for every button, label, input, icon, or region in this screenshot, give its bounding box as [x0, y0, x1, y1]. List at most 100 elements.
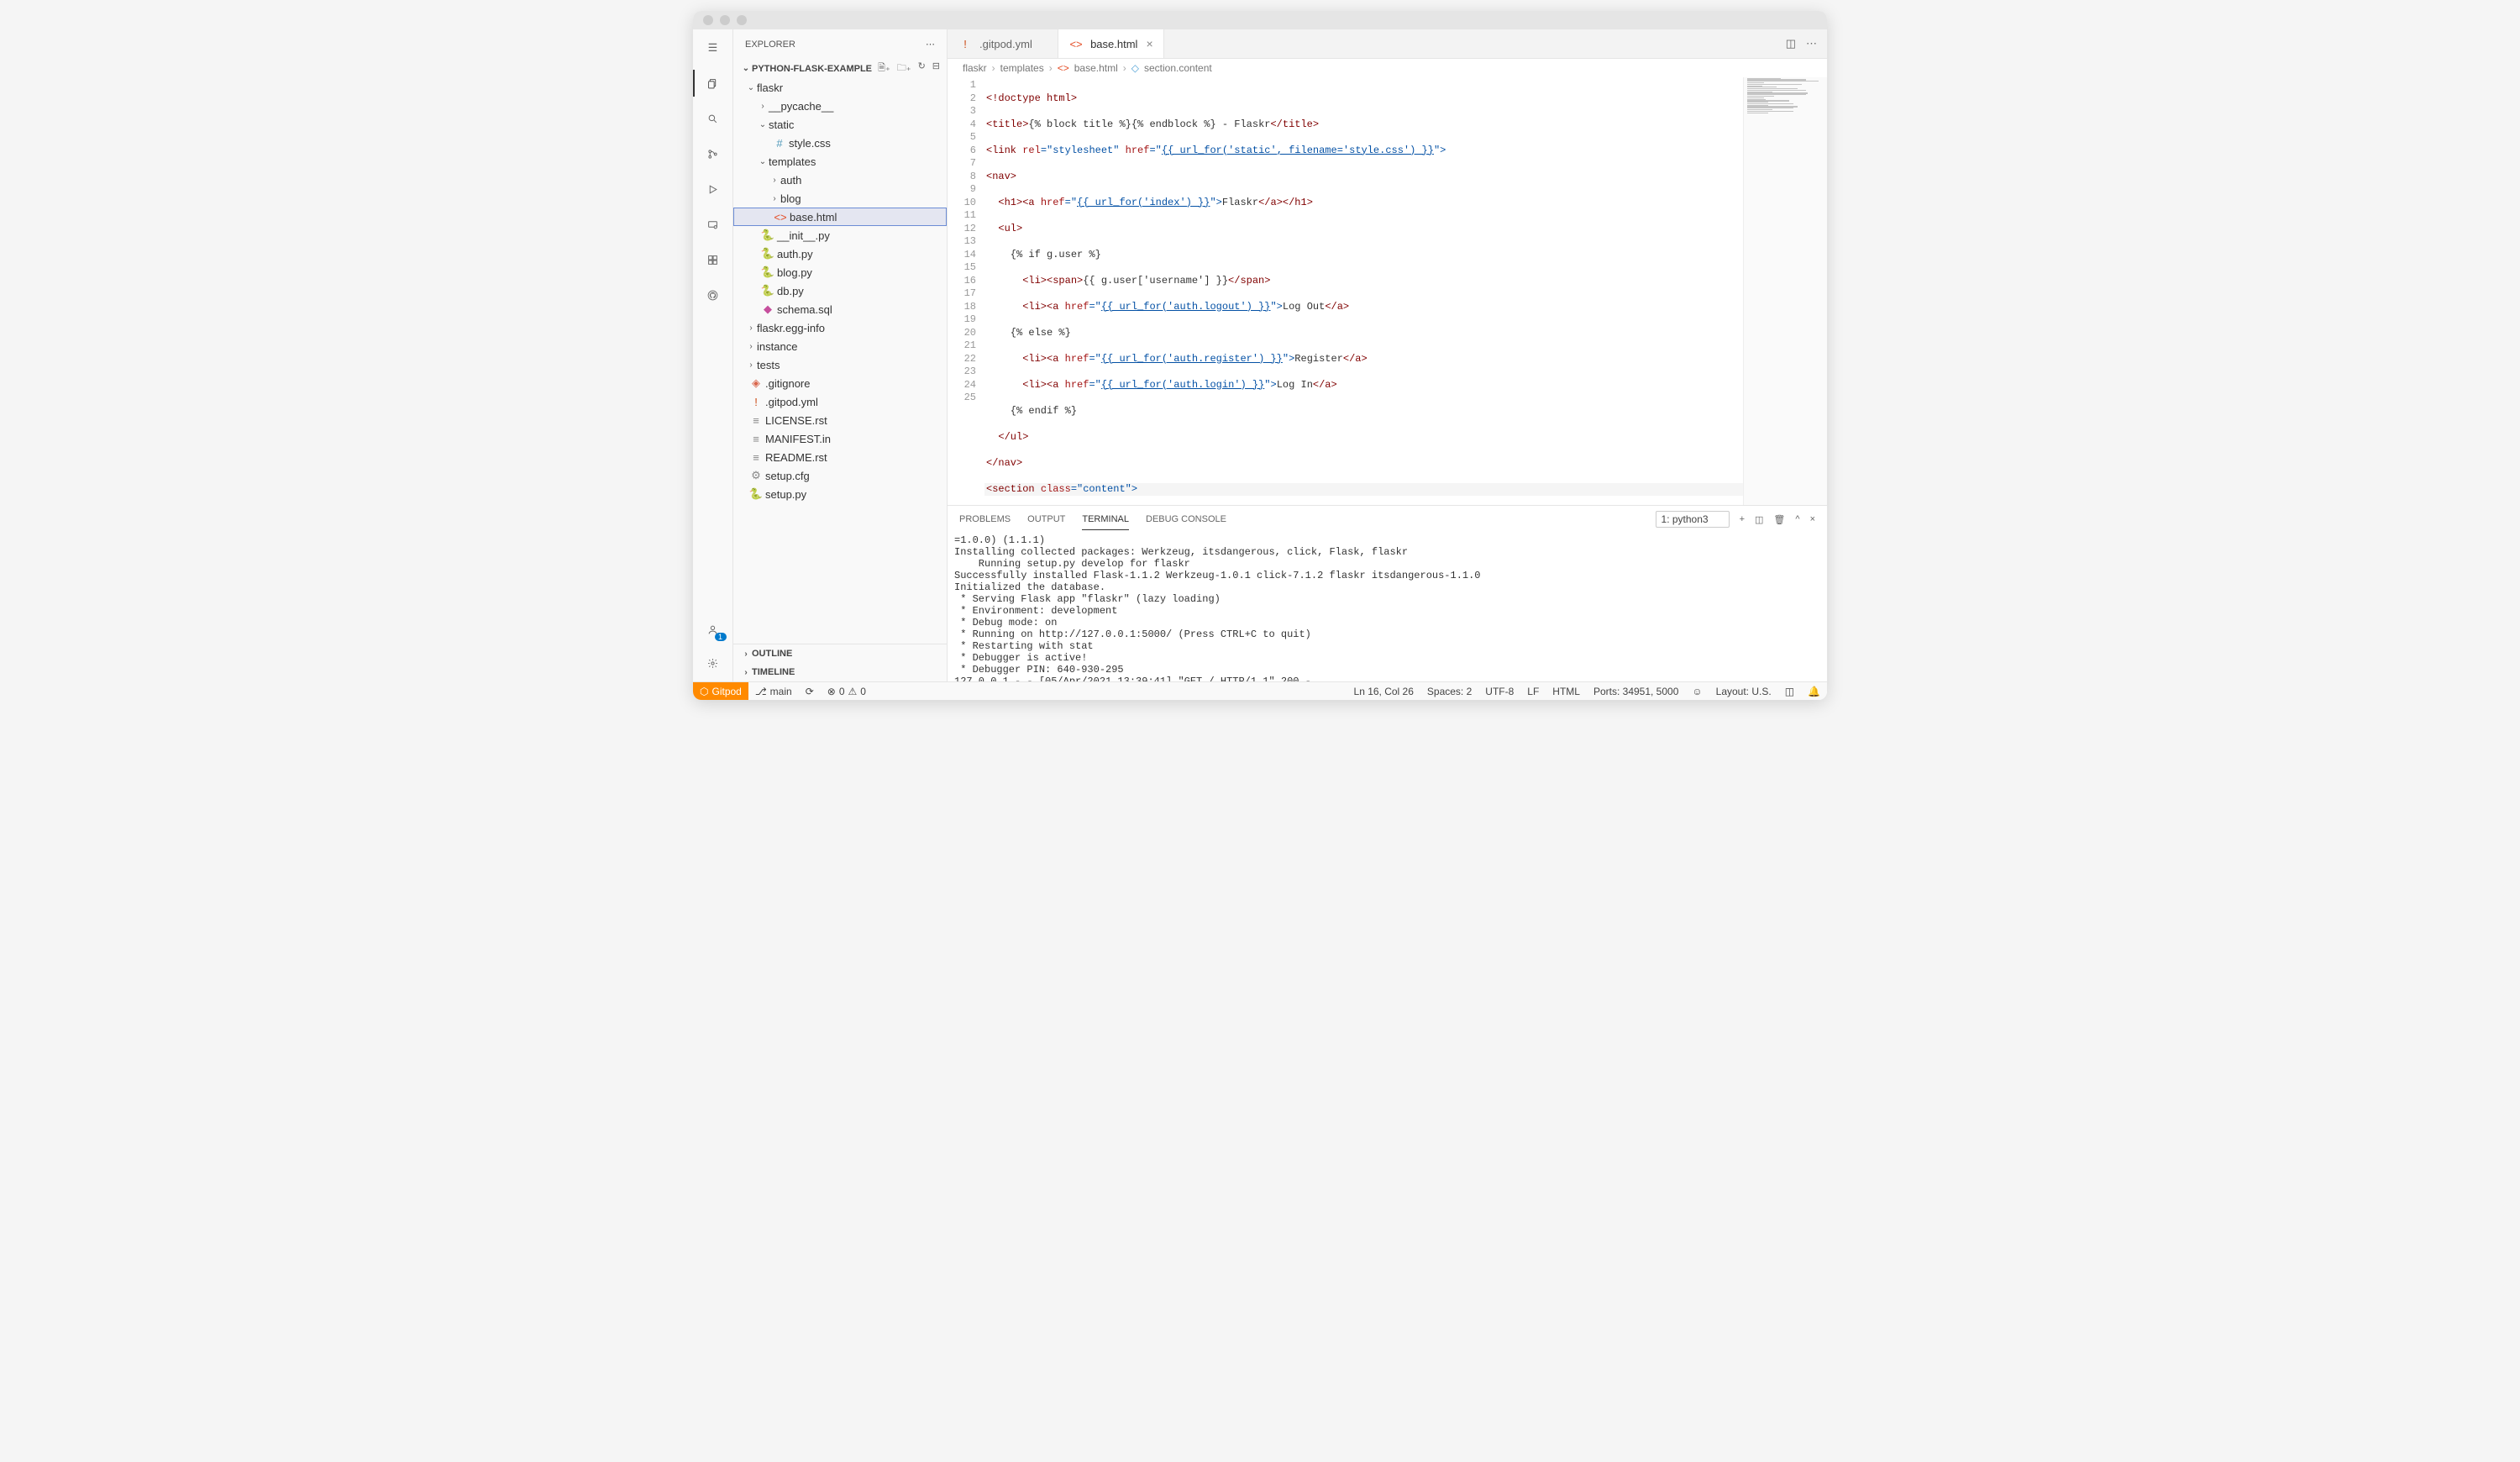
tree-folder-egginfo[interactable]: ›flaskr.egg-info [733, 318, 947, 337]
symbol-icon: ◇ [1131, 62, 1139, 74]
status-gitpod[interactable]: ⬡Gitpod [693, 682, 748, 700]
source-control-icon[interactable] [703, 144, 723, 164]
status-bell-icon[interactable]: 🔔 [1801, 686, 1827, 697]
search-icon[interactable] [703, 108, 723, 129]
minimap[interactable] [1743, 77, 1827, 505]
file-tree: ⌄flaskr ›__pycache__ ⌄static #style.css … [733, 78, 947, 644]
terminal-select[interactable]: 1: python3 [1656, 511, 1730, 528]
outline-section[interactable]: ›OUTLINE [733, 644, 947, 663]
branch-icon: ⎇ [755, 686, 767, 697]
breadcrumb[interactable]: flaskr› templates› <>base.html› ◇section… [948, 59, 1827, 77]
error-icon: ⊗ [827, 686, 836, 697]
warning-icon: ⚠ [848, 686, 858, 697]
close-panel-icon[interactable]: × [1810, 514, 1815, 524]
terminal-output[interactable]: =1.0.0) (1.1.1) Installing collected pac… [948, 533, 1827, 681]
close-window-icon[interactable] [703, 15, 713, 25]
html-icon: <> [1068, 38, 1084, 50]
line-gutter: 1234567891011121314151617181920212223242… [948, 77, 984, 505]
status-layout[interactable]: Layout: U.S. [1709, 686, 1778, 697]
code-content[interactable]: <!doctype html> <title>{% block title %}… [984, 77, 1743, 505]
project-name: PYTHON-FLASK-EXAMPLE [752, 64, 872, 74]
tree-file-basehtml[interactable]: <>base.html [733, 208, 947, 226]
status-problems[interactable]: ⊗0 ⚠0 [821, 686, 873, 697]
tree-file-license[interactable]: ≡LICENSE.rst [733, 411, 947, 429]
gitpod-icon: ⬡ [700, 686, 708, 697]
accounts-badge: 1 [715, 633, 727, 641]
remote-icon[interactable] [703, 214, 723, 234]
tree-folder-auth[interactable]: ›auth [733, 171, 947, 189]
panel-tab-problems[interactable]: PROBLEMS [959, 509, 1011, 529]
yml-icon: ! [958, 38, 973, 50]
refresh-icon[interactable]: ↻ [918, 60, 926, 76]
tree-folder-pycache[interactable]: ›__pycache__ [733, 97, 947, 115]
status-encoding[interactable]: UTF-8 [1478, 686, 1520, 697]
html-icon: <> [1058, 62, 1069, 74]
new-terminal-icon[interactable]: + [1740, 514, 1745, 524]
tabs-row: !.gitpod.yml× <>base.html× ◫ ⋯ [948, 29, 1827, 59]
tree-file-blogpy[interactable]: 🐍blog.py [733, 263, 947, 281]
panel-tab-terminal[interactable]: TERMINAL [1082, 509, 1129, 530]
explorer-icon[interactable] [703, 73, 723, 93]
tree-file-manifest[interactable]: ≡MANIFEST.in [733, 429, 947, 448]
new-folder-icon[interactable]: 🗀₊ [897, 60, 911, 76]
new-file-icon[interactable]: 🗎₊ [878, 60, 890, 76]
tree-folder-templates[interactable]: ⌄templates [733, 152, 947, 171]
accounts-icon[interactable]: 1 [703, 619, 723, 639]
status-sync[interactable]: ⟳ [799, 686, 821, 697]
tree-file-setupcfg[interactable]: ⚙setup.cfg [733, 466, 947, 485]
tree-file-init[interactable]: 🐍__init__.py [733, 226, 947, 245]
minimize-window-icon[interactable] [720, 15, 730, 25]
maximize-panel-icon[interactable]: ^ [1795, 514, 1799, 524]
status-eol[interactable]: LF [1520, 686, 1546, 697]
menu-icon[interactable]: ☰ [703, 38, 723, 58]
activity-bar: ☰ 1 [693, 29, 733, 681]
editor-body[interactable]: 1234567891011121314151617181920212223242… [948, 77, 1827, 505]
tree-file-gitignore[interactable]: ◈.gitignore [733, 374, 947, 392]
collapse-icon[interactable]: ⊟ [932, 60, 940, 76]
maximize-window-icon[interactable] [737, 15, 747, 25]
tree-file-schema[interactable]: ◆schema.sql [733, 300, 947, 318]
split-editor-icon[interactable]: ◫ [1786, 37, 1796, 50]
panel-tab-output[interactable]: OUTPUT [1027, 509, 1065, 529]
close-tab-icon[interactable]: × [1146, 37, 1152, 50]
app-window: ☰ 1 EXPLORER ⋯ ⌄ PYTHON-FLASK-EXAMPLE [693, 11, 1827, 700]
extensions-icon[interactable] [703, 250, 723, 270]
tree-folder-tests[interactable]: ›tests [733, 355, 947, 374]
sync-icon: ⟳ [806, 686, 814, 697]
sidebar-title: EXPLORER [745, 39, 795, 50]
status-language[interactable]: HTML [1546, 686, 1587, 697]
tree-folder-instance[interactable]: ›instance [733, 337, 947, 355]
tree-file-dbpy[interactable]: 🐍db.py [733, 281, 947, 300]
status-layout-icon[interactable]: ◫ [1778, 686, 1801, 697]
tree-file-stylecss[interactable]: #style.css [733, 134, 947, 152]
tab-gitpodyml[interactable]: !.gitpod.yml× [948, 29, 1058, 58]
run-debug-icon[interactable] [703, 179, 723, 199]
editor-region: !.gitpod.yml× <>base.html× ◫ ⋯ flaskr› t… [948, 29, 1827, 681]
tree-folder-static[interactable]: ⌄static [733, 115, 947, 134]
github-icon[interactable] [703, 285, 723, 305]
status-cursor-pos[interactable]: Ln 16, Col 26 [1347, 686, 1420, 697]
kill-terminal-icon[interactable]: 🗑 [1773, 514, 1785, 525]
status-ports[interactable]: Ports: 34951, 5000 [1587, 686, 1685, 697]
timeline-section[interactable]: ›TIMELINE [733, 663, 947, 681]
explorer-sidebar: EXPLORER ⋯ ⌄ PYTHON-FLASK-EXAMPLE 🗎₊ 🗀₊ … [733, 29, 948, 681]
tree-file-gitpodyml[interactable]: !.gitpod.yml [733, 392, 947, 411]
tree-file-authpy[interactable]: 🐍auth.py [733, 245, 947, 263]
panel-tab-debug[interactable]: DEBUG CONSOLE [1146, 509, 1226, 529]
status-branch[interactable]: ⎇main [748, 686, 799, 697]
tree-folder-flaskr[interactable]: ⌄flaskr [733, 78, 947, 97]
more-actions-icon[interactable]: ⋯ [1806, 37, 1817, 50]
split-terminal-icon[interactable]: ◫ [1755, 514, 1763, 525]
titlebar [693, 11, 1827, 29]
settings-gear-icon[interactable] [703, 653, 723, 673]
status-bar: ⬡Gitpod ⎇main ⟳ ⊗0 ⚠0 Ln 16, Col 26 Spac… [693, 681, 1827, 700]
tree-folder-blog[interactable]: ›blog [733, 189, 947, 208]
status-spaces[interactable]: Spaces: 2 [1420, 686, 1478, 697]
status-feedback-icon[interactable]: ☺ [1685, 686, 1709, 697]
tree-file-setuppy[interactable]: 🐍setup.py [733, 485, 947, 503]
sidebar-more-icon[interactable]: ⋯ [926, 39, 935, 50]
project-section[interactable]: ⌄ PYTHON-FLASK-EXAMPLE 🗎₊ 🗀₊ ↻ ⊟ [733, 59, 947, 78]
tab-basehtml[interactable]: <>base.html× [1058, 29, 1164, 58]
tree-file-readme[interactable]: ≡README.rst [733, 448, 947, 466]
bottom-panel: PROBLEMS OUTPUT TERMINAL DEBUG CONSOLE 1… [948, 505, 1827, 681]
